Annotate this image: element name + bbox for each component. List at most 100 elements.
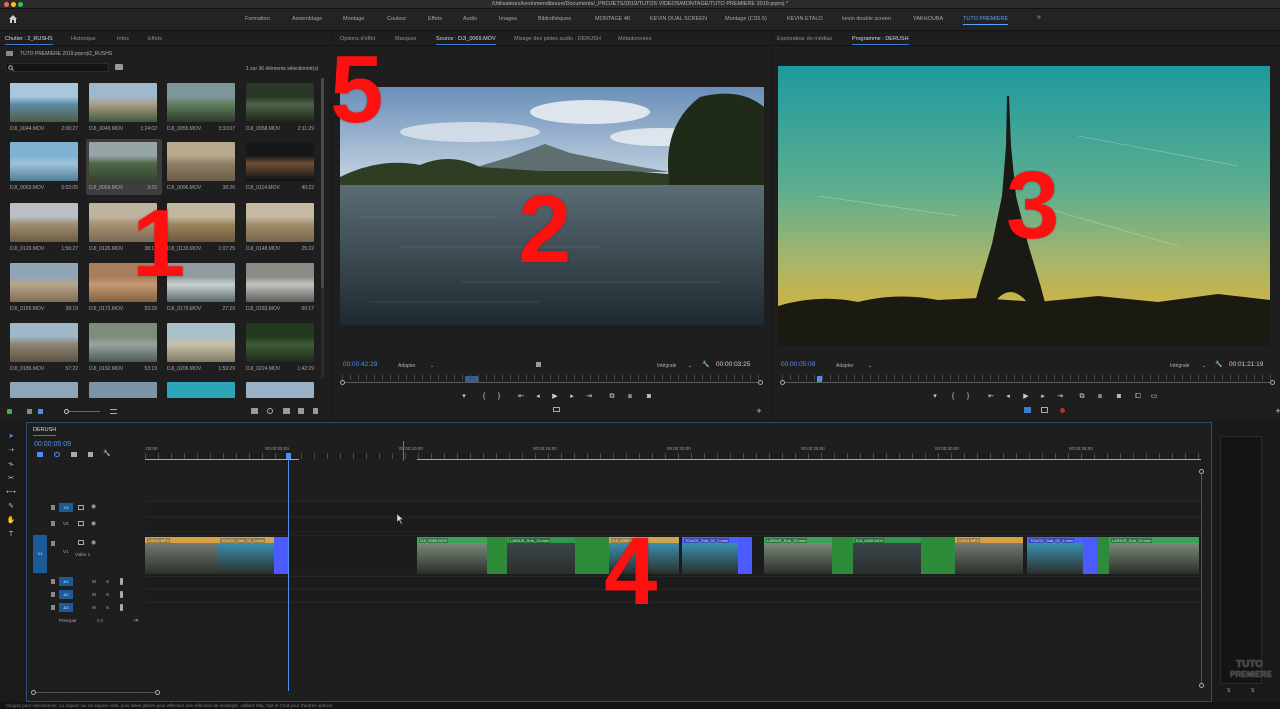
zoom-slider[interactable] [64, 409, 100, 414]
clip-thumbnail[interactable] [10, 83, 78, 122]
chevron-down-icon[interactable]: ⌄ [868, 363, 872, 369]
clip-thumbnail[interactable] [246, 142, 314, 181]
mark-out-icon[interactable]: } [495, 393, 503, 401]
timeline-zoom-scrollbar[interactable] [31, 690, 160, 695]
tab-audio-mixer[interactable]: Mixage des pistes audio : DERUSH [514, 36, 601, 42]
mark-in-icon[interactable]: { [480, 393, 488, 401]
add-marker-icon[interactable]: ▾ [460, 393, 468, 401]
workspace-tab[interactable]: MONTAGE 4K [595, 16, 631, 22]
tab-media-browser[interactable]: Explorateur de médias [777, 36, 832, 42]
workspace-tab[interactable]: Formation [245, 16, 270, 22]
timeline-clip[interactable] [1097, 537, 1109, 574]
wrench-icon[interactable]: 🔧 [1215, 361, 1223, 369]
workspace-tab[interactable]: Couleur [387, 16, 406, 22]
step-forward-icon[interactable]: ▸ [568, 393, 576, 401]
tab-history[interactable]: Historique [71, 36, 96, 42]
sort-icon[interactable] [110, 409, 117, 414]
clip-thumbnail[interactable] [10, 263, 78, 302]
mark-in-icon[interactable]: { [949, 393, 957, 401]
clip-thumbnail[interactable] [246, 323, 314, 362]
eye-icon[interactable]: ◉ [91, 503, 96, 510]
source-patch-v1[interactable]: V1 [33, 535, 47, 573]
lock-icon[interactable] [7, 409, 12, 414]
new-item-icon[interactable] [298, 408, 304, 414]
lock-icon[interactable] [51, 605, 55, 610]
export-frame-icon[interactable]: ◙ [1115, 393, 1123, 401]
clip-thumbnail[interactable] [167, 142, 235, 181]
trash-icon[interactable] [313, 408, 318, 414]
timeline-clip[interactable]: TOUCK_Sub_01_1.mov [1027, 537, 1097, 574]
chevron-down-icon[interactable]: ⌄ [1202, 363, 1206, 369]
tab-source[interactable]: Source : DJI_0069.MOV [436, 36, 496, 45]
source-scrub-bar[interactable] [340, 376, 763, 385]
workspace-tab[interactable]: Montage (CS5.5) [725, 16, 767, 22]
clip-thumbnail[interactable] [89, 83, 157, 122]
sync-lock-icon[interactable] [78, 505, 84, 510]
clip-thumbnail[interactable] [246, 83, 314, 122]
tab-sequence[interactable]: DERUSH [33, 427, 57, 436]
clip-thumbnail[interactable] [89, 142, 157, 181]
program-playhead[interactable] [817, 376, 822, 382]
track-target-a1[interactable]: A1 [59, 577, 73, 586]
lock-icon[interactable] [51, 541, 55, 546]
timeline-clip[interactable]: LARIUS_Sub_13.mov [1109, 537, 1199, 574]
track-lane-v2[interactable] [145, 517, 1201, 531]
mic-icon[interactable] [120, 578, 123, 585]
track-lane-v3[interactable] [145, 501, 1201, 515]
clip-thumbnail[interactable] [10, 382, 78, 398]
timeline-clip[interactable]: C0011.MP4 [955, 537, 1023, 574]
timeline-playhead[interactable] [286, 453, 291, 691]
step-back-icon[interactable]: ◂ [1004, 393, 1012, 401]
insert-icon[interactable]: ⧉ [608, 393, 616, 401]
clip-thumbnail[interactable] [167, 382, 235, 398]
go-to-in-icon[interactable]: ⇤ [517, 393, 525, 401]
wrench-icon[interactable]: 🔧 [103, 450, 111, 458]
sync-lock-icon[interactable] [78, 521, 84, 526]
timeline-clip[interactable]: DJI_0069.MOV [417, 537, 487, 574]
solo-button[interactable]: S [106, 579, 109, 584]
add-marker-icon[interactable]: ▾ [931, 393, 939, 401]
tab-effects[interactable]: Effets [148, 36, 162, 42]
new-bin-icon[interactable] [115, 64, 123, 70]
home-icon[interactable] [8, 14, 18, 24]
master-volume[interactable]: 0,0 [97, 618, 103, 623]
workspace-tab[interactable]: Effets [428, 16, 442, 22]
clip-thumbnail[interactable] [89, 323, 157, 362]
source-fit-select[interactable]: Adapter [398, 363, 416, 369]
timeline-clip[interactable] [921, 537, 955, 574]
track-label-v1[interactable]: V1 [63, 549, 69, 554]
marker-icon[interactable] [536, 362, 541, 367]
step-back-icon[interactable]: ◂ [534, 393, 542, 401]
workspace-tab[interactable]: KEVIN ETALO [787, 16, 823, 22]
track-lane-a2[interactable] [145, 589, 1201, 600]
more-workspaces-icon[interactable]: » [1037, 14, 1041, 21]
timeline-clip[interactable]: C0011.MP4 [145, 537, 218, 574]
track-lane-a3[interactable] [145, 602, 1201, 613]
timeline-clip[interactable]: TOUCK_Sub_01_1.mov [218, 537, 288, 574]
add-marker-icon[interactable] [88, 452, 93, 457]
timeline-clip[interactable] [487, 537, 507, 574]
eye-icon[interactable]: ◉ [91, 520, 96, 527]
clip-thumbnail[interactable] [167, 83, 235, 122]
workspace-tab[interactable]: YAKHOUBA [913, 16, 943, 22]
lock-icon[interactable] [51, 521, 55, 526]
track-lane-a1[interactable] [145, 576, 1201, 587]
workspace-tab[interactable]: KEVIN DUAL SCREEN [650, 16, 707, 22]
pen-tool-icon[interactable]: ✎ [6, 502, 16, 512]
timeline-clip[interactable]: DJI_0069.MOV [853, 537, 921, 574]
linked-selection-icon[interactable] [71, 452, 77, 457]
vr-icon[interactable]: ▭ [1150, 393, 1158, 401]
add-button-icon[interactable]: + [1274, 407, 1280, 416]
mute-button[interactable]: M [92, 579, 96, 584]
clip-thumbnail[interactable] [10, 142, 78, 181]
workspace-tab[interactable]: Montage [343, 16, 364, 22]
workspace-tab[interactable]: Images [499, 16, 517, 22]
workspace-tab[interactable]: Bibliothèques [538, 16, 571, 22]
program-fit-select[interactable]: Adapter [836, 363, 854, 369]
search-input[interactable] [5, 63, 109, 72]
find-icon[interactable] [267, 408, 273, 414]
slip-tool-icon[interactable]: ⟷ [6, 488, 16, 498]
wrench-icon[interactable]: 🔧 [702, 361, 710, 369]
tab-metadata[interactable]: Métadonnées [618, 36, 651, 42]
icon-view-icon[interactable] [38, 409, 43, 414]
